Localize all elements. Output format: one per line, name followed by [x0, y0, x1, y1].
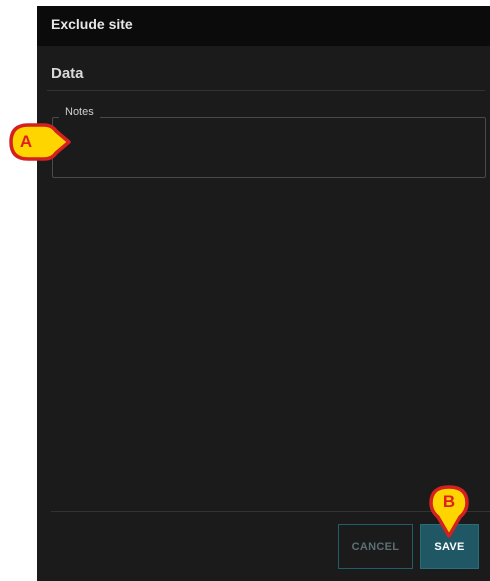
exclude-site-dialog: Exclude site Data Notes CANCEL SAVE: [37, 6, 490, 581]
marker-b-label: B: [442, 492, 456, 511]
section-divider: [47, 90, 485, 91]
notes-field[interactable]: [52, 117, 486, 178]
dialog-title: Exclude site: [51, 16, 133, 32]
dialog-titlebar: Exclude site: [37, 6, 490, 46]
notes-label: Notes: [59, 106, 100, 118]
annotation-marker-a: A: [8, 120, 74, 164]
section-title-data: Data: [51, 65, 84, 82]
marker-a-label: A: [19, 132, 33, 151]
annotation-marker-b: B: [427, 484, 471, 540]
footer-divider: [51, 511, 490, 512]
cancel-button[interactable]: CANCEL: [338, 524, 413, 569]
